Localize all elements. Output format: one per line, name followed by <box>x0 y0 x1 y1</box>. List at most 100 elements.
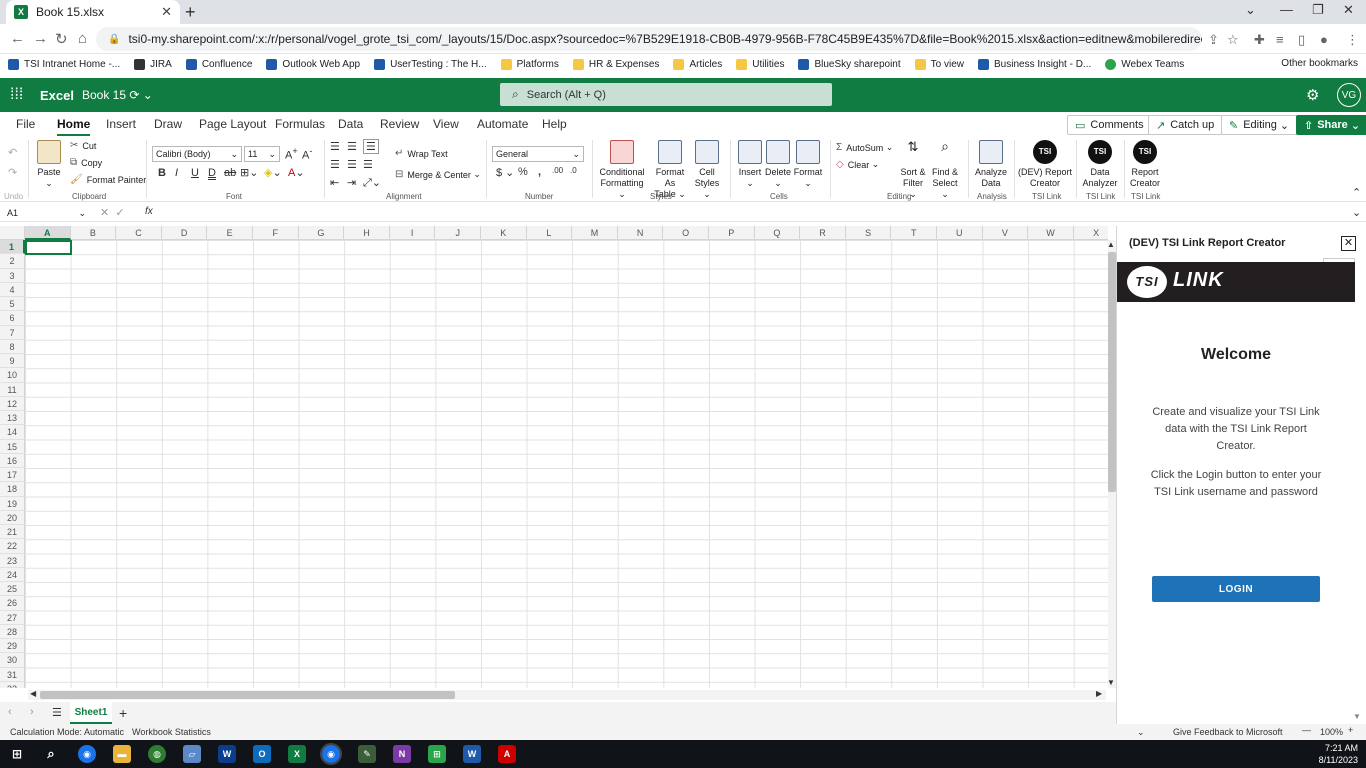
comma-style-icon[interactable]: , <box>538 166 541 178</box>
column-header[interactable]: X <box>1073 226 1108 240</box>
tab-help[interactable]: Help <box>542 117 567 131</box>
side-panel-icon[interactable]: ▯ <box>1298 32 1305 48</box>
scroll-right-icon[interactable]: ▶ <box>1096 689 1102 698</box>
format-as-table-button[interactable]: Format As Table ⌄ <box>650 140 690 200</box>
webex-icon[interactable]: W <box>218 745 236 763</box>
row-header[interactable]: 19 <box>0 496 25 511</box>
format-cells-button[interactable]: Format ⌄ <box>792 140 824 189</box>
row-header[interactable]: 23 <box>0 553 25 568</box>
zoom-in-icon[interactable]: + <box>1348 725 1353 735</box>
tab-draw[interactable]: Draw <box>154 117 182 131</box>
cell-styles-button[interactable]: Cell Styles ⌄ <box>692 140 722 200</box>
tab-page-layout[interactable]: Page Layout <box>199 117 266 131</box>
row-header[interactable]: 25 <box>0 582 25 597</box>
column-header[interactable]: F <box>253 226 299 240</box>
expand-formula-bar-icon[interactable]: ⌄ <box>1352 206 1361 219</box>
decrease-indent-icon[interactable]: ⇤ <box>330 176 339 189</box>
home-icon[interactable]: ⌂ <box>78 30 87 47</box>
scroll-up-icon[interactable]: ▲ <box>1107 240 1115 249</box>
file-explorer-icon[interactable]: ▬ <box>113 745 131 763</box>
bookmark-item[interactable]: Outlook Web App <box>266 58 360 70</box>
tab-automate[interactable]: Automate <box>477 117 528 131</box>
share-button[interactable]: ⇧ Share ⌄ <box>1296 115 1366 135</box>
column-header[interactable]: J <box>435 226 481 240</box>
conditional-formatting-button[interactable]: Conditional Formatting ⌄ <box>598 140 646 200</box>
column-header[interactable]: V <box>982 226 1029 240</box>
windows-start-icon[interactable]: ⊞ <box>8 745 26 763</box>
column-header[interactable]: N <box>617 226 664 240</box>
row-header[interactable]: 7 <box>0 325 25 340</box>
currency-icon[interactable]: $ ⌄ <box>496 166 514 179</box>
tab-file[interactable]: File <box>16 117 35 131</box>
close-window-icon[interactable]: ✕ <box>1343 2 1354 18</box>
row-header[interactable]: 6 <box>0 311 25 326</box>
active-cell[interactable] <box>25 240 72 255</box>
column-header[interactable]: S <box>845 226 892 240</box>
row-header[interactable]: 24 <box>0 567 25 582</box>
all-sheets-icon[interactable]: ☰ <box>52 706 62 719</box>
column-header[interactable]: G <box>298 226 345 240</box>
close-icon[interactable]: ✕ <box>1341 236 1356 251</box>
chrome-active-icon[interactable]: ◉ <box>320 743 342 765</box>
browser-tab[interactable]: X Book 15.xlsx ✕ <box>6 0 180 24</box>
copy-button[interactable]: ⧉ Copy <box>70 157 102 168</box>
bold-icon[interactable]: B <box>158 167 166 179</box>
login-button[interactable]: LOGIN <box>1152 576 1320 602</box>
row-header[interactable]: 3 <box>0 268 25 283</box>
font-color-icon[interactable]: A⌄ <box>288 166 305 179</box>
strikethrough-icon[interactable]: ab <box>224 167 236 179</box>
add-sheet-icon[interactable]: + <box>119 705 127 721</box>
app-launcher-icon[interactable]: ⁞⁞⁞ <box>10 86 23 104</box>
search-icon[interactable]: ⌕ <box>42 745 60 763</box>
bookmark-item[interactable]: Confluence <box>185 58 252 70</box>
column-header[interactable]: C <box>116 226 162 240</box>
percent-icon[interactable]: % <box>518 166 528 178</box>
clear-button[interactable]: ◇ Clear ⌄ <box>836 159 879 170</box>
row-header[interactable]: 22 <box>0 539 25 554</box>
collapse-ribbon-icon[interactable]: ⌃ <box>1352 186 1361 199</box>
word-icon[interactable]: W <box>463 745 481 763</box>
gear-icon[interactable]: ⚙ <box>1306 86 1319 104</box>
insert-cells-button[interactable]: Insert ⌄ <box>736 140 764 189</box>
column-header[interactable]: M <box>572 226 618 240</box>
row-header[interactable]: 11 <box>0 382 25 397</box>
row-header[interactable]: 10 <box>0 368 25 383</box>
column-header[interactable]: D <box>161 226 208 240</box>
grow-font-icon[interactable]: A+ <box>285 146 298 162</box>
workbook-statistics[interactable]: Workbook Statistics <box>132 727 211 737</box>
cells-area[interactable] <box>25 240 1108 688</box>
row-header[interactable]: 31 <box>0 667 25 682</box>
align-top-icon[interactable]: ☰ <box>330 140 340 153</box>
align-left-icon[interactable]: ☰ <box>330 158 340 171</box>
bookmark-item[interactable]: To view <box>914 58 964 70</box>
delete-cells-button[interactable]: Delete ⌄ <box>764 140 792 189</box>
row-header[interactable]: 32 <box>0 681 25 688</box>
app-icon[interactable]: ▱ <box>183 745 201 763</box>
globe-icon[interactable]: ◍ <box>148 745 166 763</box>
column-header[interactable]: A <box>25 226 71 240</box>
row-header[interactable]: 30 <box>0 653 25 668</box>
column-header[interactable]: K <box>481 226 527 240</box>
bookmark-item[interactable]: Platforms <box>500 58 559 70</box>
row-header[interactable]: 5 <box>0 297 25 312</box>
underline-icon[interactable]: U <box>191 167 199 179</box>
column-header[interactable]: L <box>526 226 573 240</box>
row-header[interactable]: 21 <box>0 525 25 540</box>
increase-indent-icon[interactable]: ⇥ <box>347 176 356 189</box>
back-icon[interactable]: ← <box>10 30 25 47</box>
row-header[interactable]: 8 <box>0 339 25 354</box>
excel-icon[interactable]: X <box>288 745 306 763</box>
bookmark-star-icon[interactable]: ☆ <box>1227 32 1239 48</box>
tab-home[interactable]: Home <box>57 117 91 137</box>
bookmark-item[interactable]: Business Insight - D... <box>978 58 1091 70</box>
row-header[interactable]: 16 <box>0 453 25 468</box>
report-creator-button[interactable]: TSI Report Creator <box>1126 140 1164 189</box>
undo-icon[interactable]: ↶ <box>8 146 17 159</box>
wrap-text-button[interactable]: ↵ Wrap Text <box>395 148 448 159</box>
close-tab-icon[interactable]: ✕ <box>161 4 172 20</box>
app-icon[interactable]: ✎ <box>358 745 376 763</box>
tab-review[interactable]: Review <box>380 117 419 131</box>
column-header[interactable]: P <box>709 226 755 240</box>
row-header[interactable]: 4 <box>0 282 25 297</box>
autosum-button[interactable]: Σ AutoSum ⌄ <box>836 142 893 153</box>
